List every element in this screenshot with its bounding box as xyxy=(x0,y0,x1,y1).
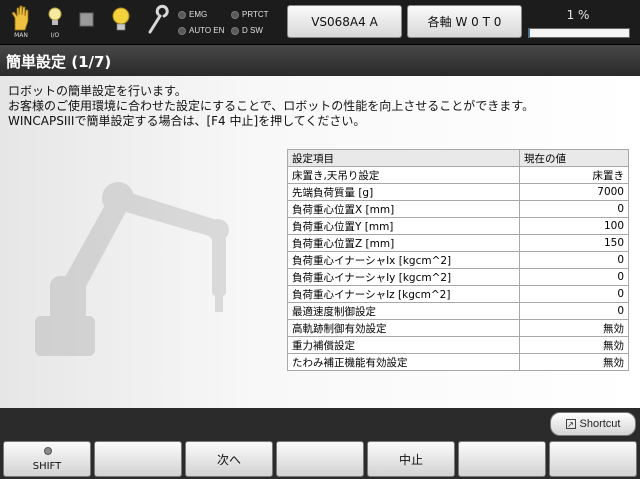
f6-button[interactable] xyxy=(458,441,546,477)
page-title: 簡単設定 (1/7) xyxy=(6,53,112,71)
table-row[interactable]: 負荷重心イナーシャIx [kgcm^2] 0 xyxy=(287,251,629,269)
table-row[interactable]: たわみ補正機能有効設定 無効 xyxy=(287,353,629,371)
description-line: お客様のご使用環境に合わせた設定にすることで、ロボットの性能を向上させることがで… xyxy=(8,99,535,113)
title-bar: 簡単設定 (1/7) xyxy=(0,44,640,76)
setting-value[interactable]: 無効 xyxy=(519,319,629,337)
setting-value[interactable]: 0 xyxy=(519,268,629,286)
speed-value[interactable]: 1 % xyxy=(528,8,628,22)
setting-item: 重力補償設定 xyxy=(287,336,520,354)
setting-item: たわみ補正機能有効設定 xyxy=(287,353,520,371)
description-line: ロボットの簡単設定を行います。 xyxy=(8,84,187,98)
setting-item: 高軌跡制御有効設定 xyxy=(287,319,520,337)
table-row[interactable]: 負荷重心イナーシャIy [kgcm^2] 0 xyxy=(287,268,629,286)
setting-item: 床置き,天吊り設定 xyxy=(287,166,520,184)
table-row[interactable]: 重力補償設定 無効 xyxy=(287,336,629,354)
shift-indicator-icon xyxy=(44,447,52,455)
table-row[interactable]: 床置き,天吊り設定 床置き xyxy=(287,166,629,184)
prtct-lamp: PRTCT xyxy=(231,10,269,19)
table-row[interactable]: 負荷重心位置Z [mm] 150 xyxy=(287,234,629,252)
description: ロボットの簡単設定を行います。 お客様のご使用環境に合わせた設定にすることで、ロ… xyxy=(8,84,534,129)
io-label: I/O xyxy=(50,32,60,39)
wrench-icon[interactable] xyxy=(142,4,172,40)
setting-value[interactable]: 100 xyxy=(519,217,629,235)
man-label: MAN xyxy=(14,32,28,39)
table-row[interactable]: 負荷重心位置X [mm] 0 xyxy=(287,200,629,218)
setting-item: 負荷重心位置X [mm] xyxy=(287,200,520,218)
table-header-row: 設定項目 現在の値 xyxy=(287,149,629,167)
table-row[interactable]: 高軌跡制御有効設定 無効 xyxy=(287,319,629,337)
setting-item: 負荷重心位置Y [mm] xyxy=(287,217,520,235)
description-line: WINCAPSIIIで簡単設定する場合は、[F4 中止]を押してください。 xyxy=(8,114,366,128)
setting-item: 負荷重心位置Z [mm] xyxy=(287,234,520,252)
setting-value[interactable]: 0 xyxy=(519,302,629,320)
function-keys: SHIFT 次へ 中止 xyxy=(0,441,640,479)
setting-item: 負荷重心イナーシャIx [kgcm^2] xyxy=(287,251,520,269)
speed-bar[interactable] xyxy=(528,28,630,38)
f3-next-button[interactable]: 次へ xyxy=(185,441,273,477)
table-row[interactable]: 負荷重心イナーシャIz [kgcm^2] 0 xyxy=(287,285,629,303)
f1-shift-button[interactable]: SHIFT xyxy=(3,441,91,477)
f2-button[interactable] xyxy=(94,441,182,477)
setting-item: 負荷重心イナーシャIz [kgcm^2] xyxy=(287,285,520,303)
setting-value[interactable]: 無効 xyxy=(519,336,629,354)
setting-item: 先端負荷質量 [g] xyxy=(287,183,520,201)
speed-bar-fill xyxy=(529,29,530,37)
dsw-lamp: D SW xyxy=(231,26,263,35)
setting-value[interactable]: 0 xyxy=(519,200,629,218)
f7-button[interactable] xyxy=(549,441,637,477)
main-content: ロボットの簡単設定を行います。 お客様のご使用環境に合わせた設定にすることで、ロ… xyxy=(0,76,640,408)
setting-item: 負荷重心イナーシャIy [kgcm^2] xyxy=(287,268,520,286)
settings-table: 設定項目 現在の値 床置き,天吊り設定 床置き 先端負荷質量 [g] 7000 負荷… xyxy=(287,149,629,371)
shortcut-button[interactable]: ↗ Shortcut xyxy=(550,412,636,436)
table-row[interactable]: 先端負荷質量 [g] 7000 xyxy=(287,183,629,201)
column-header-value: 現在の値 xyxy=(519,149,629,167)
stop-square-icon[interactable] xyxy=(72,4,102,40)
f4-button[interactable] xyxy=(276,441,364,477)
setting-item: 最適速度制御設定 xyxy=(287,302,520,320)
robot-type-button[interactable]: VS068A4 A xyxy=(287,5,402,38)
setting-value[interactable]: 0 xyxy=(519,285,629,303)
f5-cancel-button[interactable]: 中止 xyxy=(367,441,455,477)
coordinate-tool-button[interactable]: 各軸 W 0 T 0 xyxy=(407,5,522,38)
shortcut-arrow-icon: ↗ xyxy=(565,419,576,429)
status-bar: MAN I/O EMG PRTCT AUTO EN D SW VS068A4 A xyxy=(0,0,640,44)
column-header-item: 設定項目 xyxy=(287,149,520,167)
lightbulb-icon[interactable] xyxy=(106,4,136,40)
hand-mode-icon[interactable]: MAN xyxy=(6,4,36,40)
robot-arm-illustration xyxy=(35,182,229,356)
auto-en-lamp: AUTO EN xyxy=(178,26,224,35)
setting-value[interactable]: 150 xyxy=(519,234,629,252)
setting-value[interactable]: 7000 xyxy=(519,183,629,201)
table-row[interactable]: 負荷重心位置Y [mm] 100 xyxy=(287,217,629,235)
setting-value[interactable]: 無効 xyxy=(519,353,629,371)
table-row[interactable]: 最適速度制御設定 0 xyxy=(287,302,629,320)
setting-value[interactable]: 床置き xyxy=(519,166,629,184)
io-icon[interactable]: I/O xyxy=(40,4,70,40)
shortcut-label: Shortcut xyxy=(579,418,621,430)
setting-value[interactable]: 0 xyxy=(519,251,629,269)
emg-lamp: EMG xyxy=(178,10,207,19)
